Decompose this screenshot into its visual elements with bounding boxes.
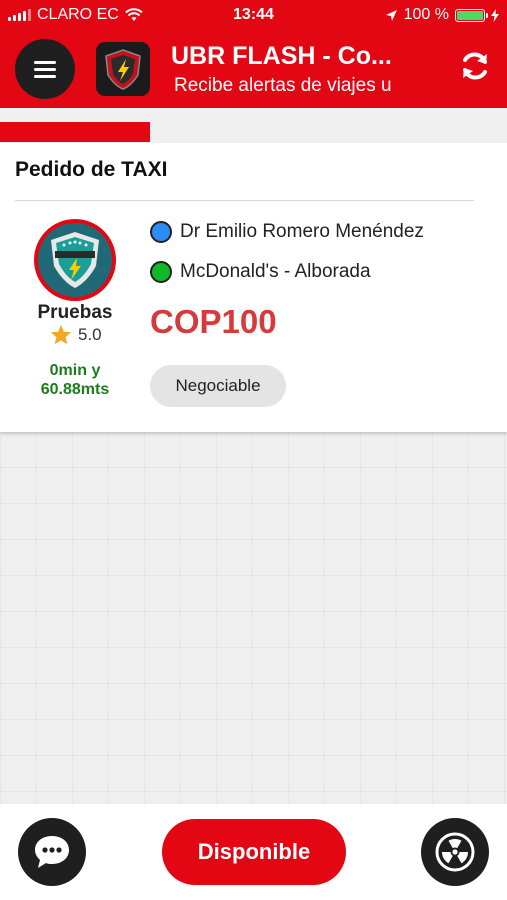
destination-row: McDonald's - Alborada — [150, 261, 371, 283]
app-header: CLARO EC 13:44 100 % UBR FLASH - Co... R… — [0, 0, 507, 108]
ride-request-card[interactable]: Pedido de TAXI Pruebas 5.0 0min y 60.88m… — [0, 143, 507, 432]
shield-logo-icon — [105, 49, 141, 90]
app-logo — [96, 42, 150, 96]
origin-dot-icon — [150, 221, 172, 243]
avatar — [34, 219, 116, 301]
negotiable-badge[interactable]: Negociable — [150, 365, 286, 407]
app-subtitle: Recibe alertas de viajes u — [174, 75, 392, 96]
destination-dot-icon — [150, 261, 172, 283]
origin-row: Dr Emilio Romero Menéndez — [150, 221, 424, 243]
refresh-icon — [463, 52, 487, 80]
driver-name: Pruebas — [37, 302, 113, 323]
radiation-button[interactable] — [421, 818, 489, 886]
eta-distance: 0min y 60.88mts — [20, 361, 130, 399]
radiation-icon — [435, 832, 475, 872]
driver-rating: 5.0 — [50, 324, 102, 345]
progress-fill — [0, 122, 150, 142]
countdown-progress-bar — [0, 122, 507, 142]
battery-percent: 100 % — [403, 6, 449, 23]
card-title: Pedido de TAXI — [15, 158, 168, 181]
eta-time: 0min y — [49, 362, 101, 379]
refresh-button[interactable] — [455, 46, 495, 86]
hamburger-menu-icon — [34, 57, 56, 82]
star-icon — [50, 324, 72, 345]
eta-meters: 60.88mts — [40, 381, 110, 398]
app-title: UBR FLASH - Co... — [171, 42, 392, 70]
chat-bubble-icon — [35, 836, 69, 868]
location-arrow-icon — [385, 9, 397, 21]
availability-button[interactable]: Disponible — [162, 819, 346, 885]
charging-bolt-icon — [491, 8, 499, 22]
origin-address: Dr Emilio Romero Menéndez — [180, 221, 424, 242]
menu-button[interactable] — [15, 39, 75, 99]
background-pattern — [0, 432, 507, 804]
chat-button[interactable] — [18, 818, 86, 886]
status-bar: CLARO EC 13:44 100 % — [0, 0, 507, 30]
driver-logo-icon — [51, 232, 99, 288]
rating-value: 5.0 — [78, 324, 102, 344]
ride-price: COP100 — [150, 303, 277, 340]
battery-icon — [455, 8, 488, 22]
card-divider — [15, 200, 474, 201]
destination-address: McDonald's - Alborada — [180, 261, 371, 282]
